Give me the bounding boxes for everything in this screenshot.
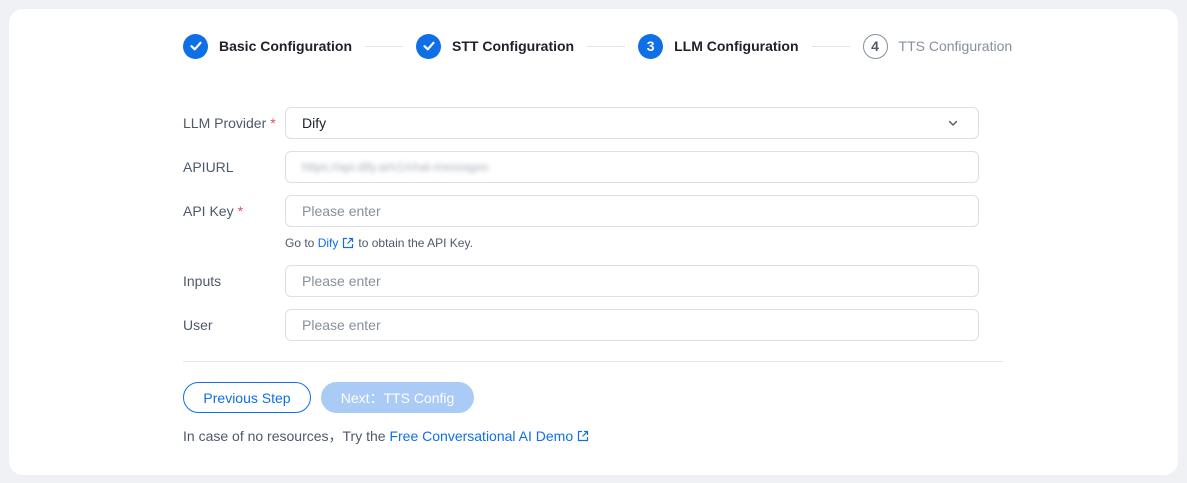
form-row-user: User Please enter	[183, 309, 979, 341]
chevron-down-icon	[948, 120, 958, 126]
inputs-placeholder: Please enter	[302, 273, 381, 289]
divider	[183, 361, 1003, 362]
dify-link[interactable]: Dify	[318, 236, 339, 250]
form-row-inputs: Inputs Please enter	[183, 265, 979, 297]
step-connector	[365, 45, 404, 47]
step-connector	[587, 45, 626, 47]
hint-prefix: Go to	[285, 236, 315, 250]
api-key-hint: Go to Dify to obtain the API Key.	[285, 236, 473, 250]
apiurl-label: APIURL	[183, 159, 234, 175]
form-row-apiurl: APIURL https://api.dify.ai/v1/chat-messa…	[183, 151, 979, 183]
step-basic-configuration[interactable]: Basic Configuration	[183, 33, 353, 59]
check-icon	[416, 33, 442, 59]
stepper: Basic Configuration STT Configuration 3 …	[183, 33, 1012, 59]
step-llm-configuration[interactable]: 3 LLM Configuration	[638, 33, 799, 59]
footer-text: In case of no resources，Try the	[183, 428, 386, 444]
step-number: 4	[862, 33, 888, 59]
previous-step-button[interactable]: Previous Step	[183, 382, 311, 413]
hint-suffix: to obtain the API Key.	[358, 236, 473, 250]
llm-provider-value: Dify	[302, 115, 327, 131]
required-mark: *	[270, 115, 276, 131]
step-label: LLM Configuration	[674, 38, 799, 54]
user-label: User	[183, 317, 213, 333]
step-stt-configuration[interactable]: STT Configuration	[416, 33, 575, 59]
apiurl-value: https://api.dify.ai/v1/chat-messages	[302, 160, 489, 174]
external-link-icon[interactable]	[577, 430, 589, 442]
llm-provider-select[interactable]: Dify	[285, 107, 979, 139]
inputs-input[interactable]: Please enter	[285, 265, 979, 297]
step-label: Basic Configuration	[219, 38, 353, 54]
step-connector	[811, 45, 850, 47]
external-link-icon[interactable]	[342, 237, 354, 249]
form-row-llm-provider: LLM Provider * Dify	[183, 107, 979, 139]
user-placeholder: Please enter	[302, 317, 381, 333]
api-key-input[interactable]: Please enter	[285, 195, 979, 227]
step-number: 3	[638, 33, 664, 59]
llm-provider-label: LLM Provider *	[183, 115, 276, 131]
user-input[interactable]: Please enter	[285, 309, 979, 341]
form-row-api-key: API Key * Please enter	[183, 195, 979, 227]
step-label: TTS Configuration	[898, 38, 1013, 54]
check-icon	[183, 33, 208, 59]
footer-note: In case of no resources，Try the Free Con…	[183, 426, 593, 446]
required-mark: *	[237, 203, 244, 219]
api-key-placeholder: Please enter	[302, 203, 381, 219]
apiurl-input[interactable]: https://api.dify.ai/v1/chat-messages	[285, 151, 979, 183]
step-tts-configuration[interactable]: 4 TTS Configuration	[862, 33, 1013, 59]
inputs-label: Inputs	[183, 273, 222, 289]
api-key-label: API Key *	[183, 203, 244, 219]
step-label: STT Configuration	[452, 38, 575, 54]
free-demo-link[interactable]: Free Conversational AI Demo	[389, 428, 573, 444]
next-tts-config-button[interactable]: Next：TTS Config	[321, 382, 474, 413]
